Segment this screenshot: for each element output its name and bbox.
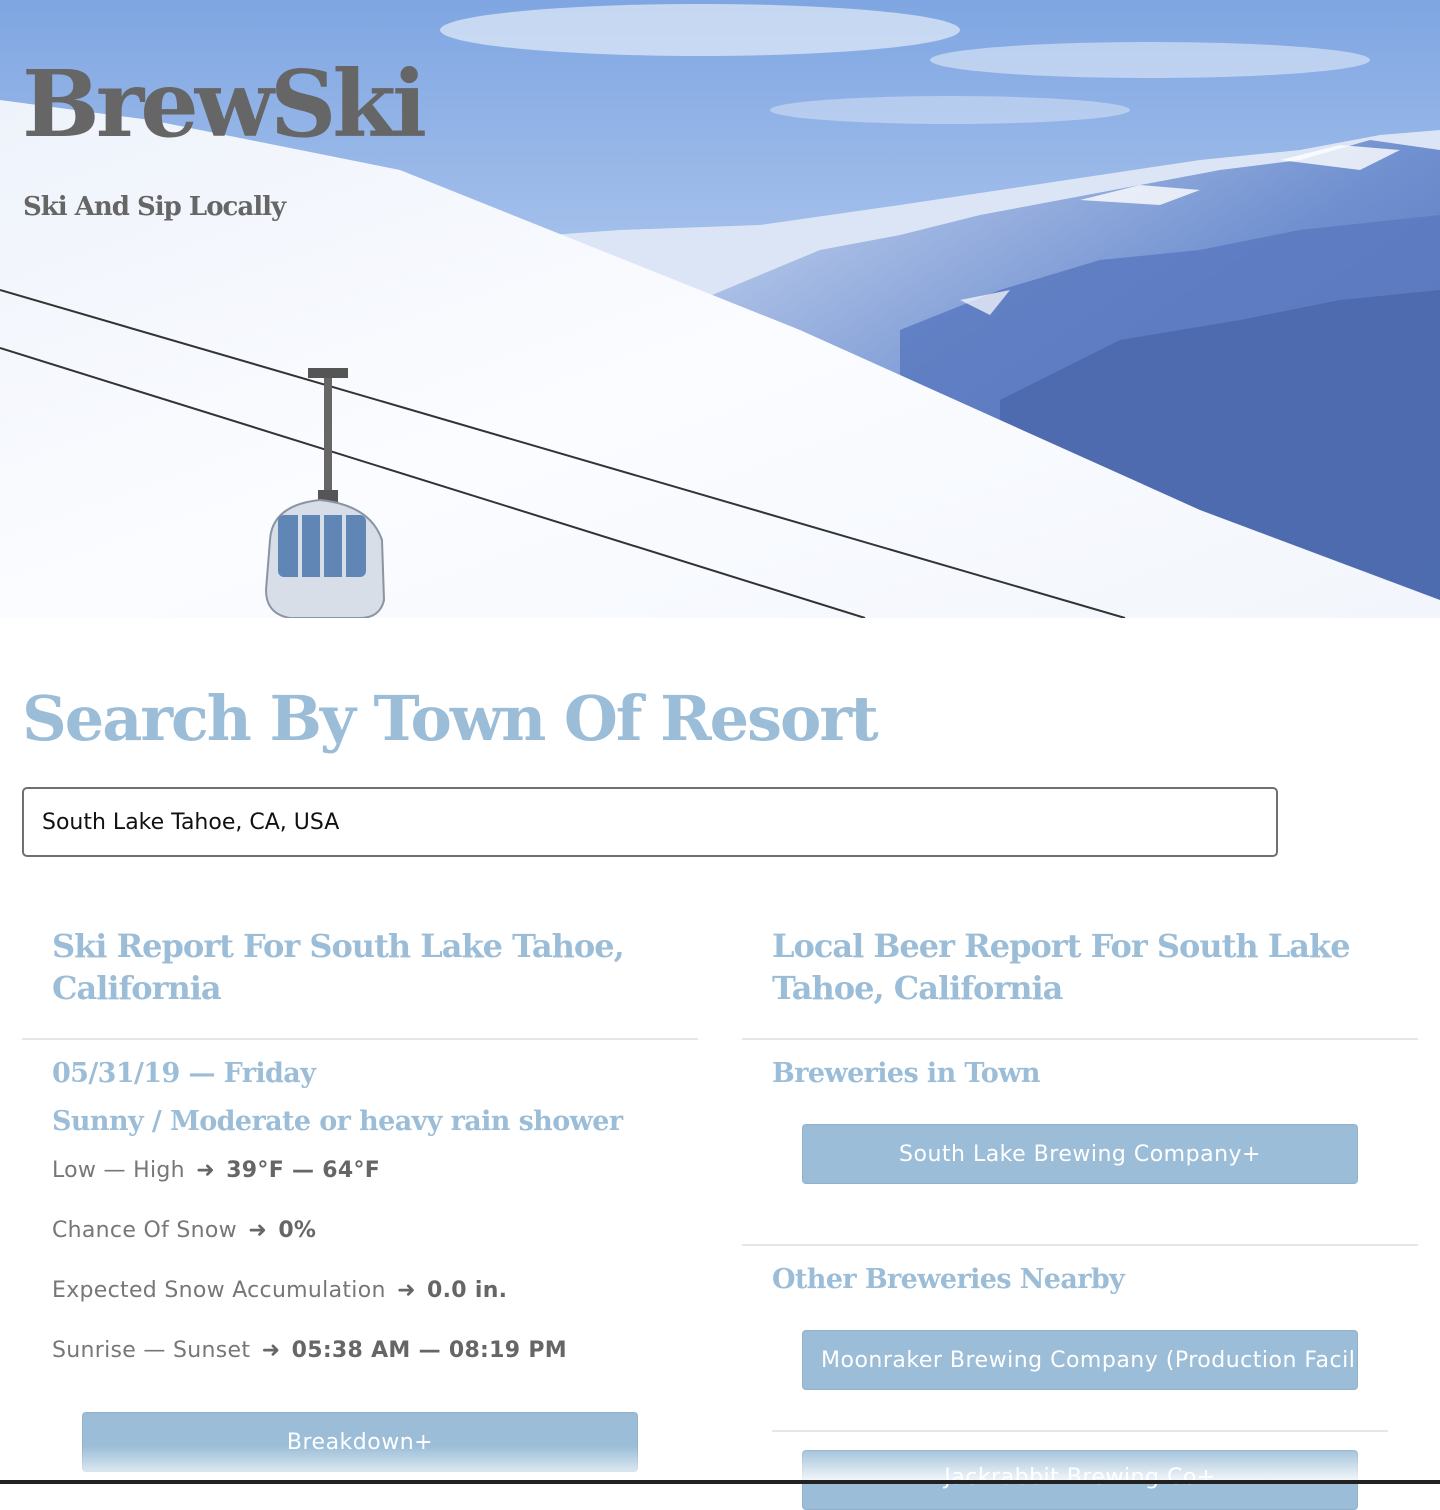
search-input[interactable] — [22, 787, 1278, 857]
ski-report-title: Ski Report For South Lake Tahoe, Califor… — [52, 927, 625, 1007]
snow-chance-label: Chance Of Snow — [52, 1218, 237, 1243]
nearby-breweries-title: Other Breweries Nearby — [772, 1264, 1125, 1295]
divider — [22, 1038, 698, 1040]
temperature-value: 39°F — 64°F — [226, 1158, 381, 1183]
brand-tagline: Ski And Sip Locally — [23, 192, 286, 222]
divider — [772, 1430, 1388, 1432]
sun-value: 05:38 AM — 08:19 PM — [291, 1338, 567, 1363]
divider — [742, 1244, 1418, 1246]
divider — [742, 1038, 1418, 1040]
snow-chance-row: Chance Of Snow ➜ 0% — [52, 1218, 316, 1243]
breakdown-button[interactable]: Breakdown+ — [82, 1412, 638, 1472]
accumulation-row: Expected Snow Accumulation ➜ 0.0 in. — [52, 1278, 507, 1303]
sun-row: Sunrise — Sunset ➜ 05:38 AM — 08:19 PM — [52, 1338, 567, 1363]
window-bottom-edge — [0, 1480, 1440, 1484]
temperature-label: Low — High — [52, 1158, 185, 1183]
brewery-button[interactable]: South Lake Brewing Company+ — [802, 1124, 1358, 1184]
hero-banner: BrewSki Ski And Sip Locally — [0, 0, 1440, 618]
sun-label: Sunrise — Sunset — [52, 1338, 251, 1363]
arrow-icon: ➜ — [248, 1218, 268, 1243]
accumulation-value: 0.0 in. — [427, 1278, 508, 1303]
arrow-icon: ➜ — [196, 1158, 215, 1183]
arrow-icon: ➜ — [261, 1338, 281, 1363]
brand-logo[interactable]: BrewSki — [22, 58, 427, 150]
breweries-in-town-title: Breweries in Town — [772, 1058, 1040, 1089]
beer-report-panel: Local Beer Report For South Lake Tahoe, … — [742, 920, 1418, 1510]
brewery-button[interactable]: Moonraker Brewing Company (Production Fa… — [802, 1330, 1358, 1390]
forecast-date: 05/31/19 — Friday — [52, 1058, 316, 1089]
temperature-row: Low — High ➜ 39°F — 64°F — [52, 1158, 380, 1183]
accumulation-label: Expected Snow Accumulation — [52, 1278, 386, 1303]
arrow-icon: ➜ — [397, 1278, 416, 1303]
search-title: Search By Town Of Resort — [22, 682, 879, 755]
ski-report-panel: Ski Report For South Lake Tahoe, Califor… — [22, 920, 698, 1480]
beer-report-title: Local Beer Report For South Lake Tahoe, … — [772, 927, 1351, 1007]
snow-chance-value: 0% — [278, 1218, 317, 1243]
forecast-conditions: Sunny / Moderate or heavy rain shower — [52, 1106, 623, 1137]
